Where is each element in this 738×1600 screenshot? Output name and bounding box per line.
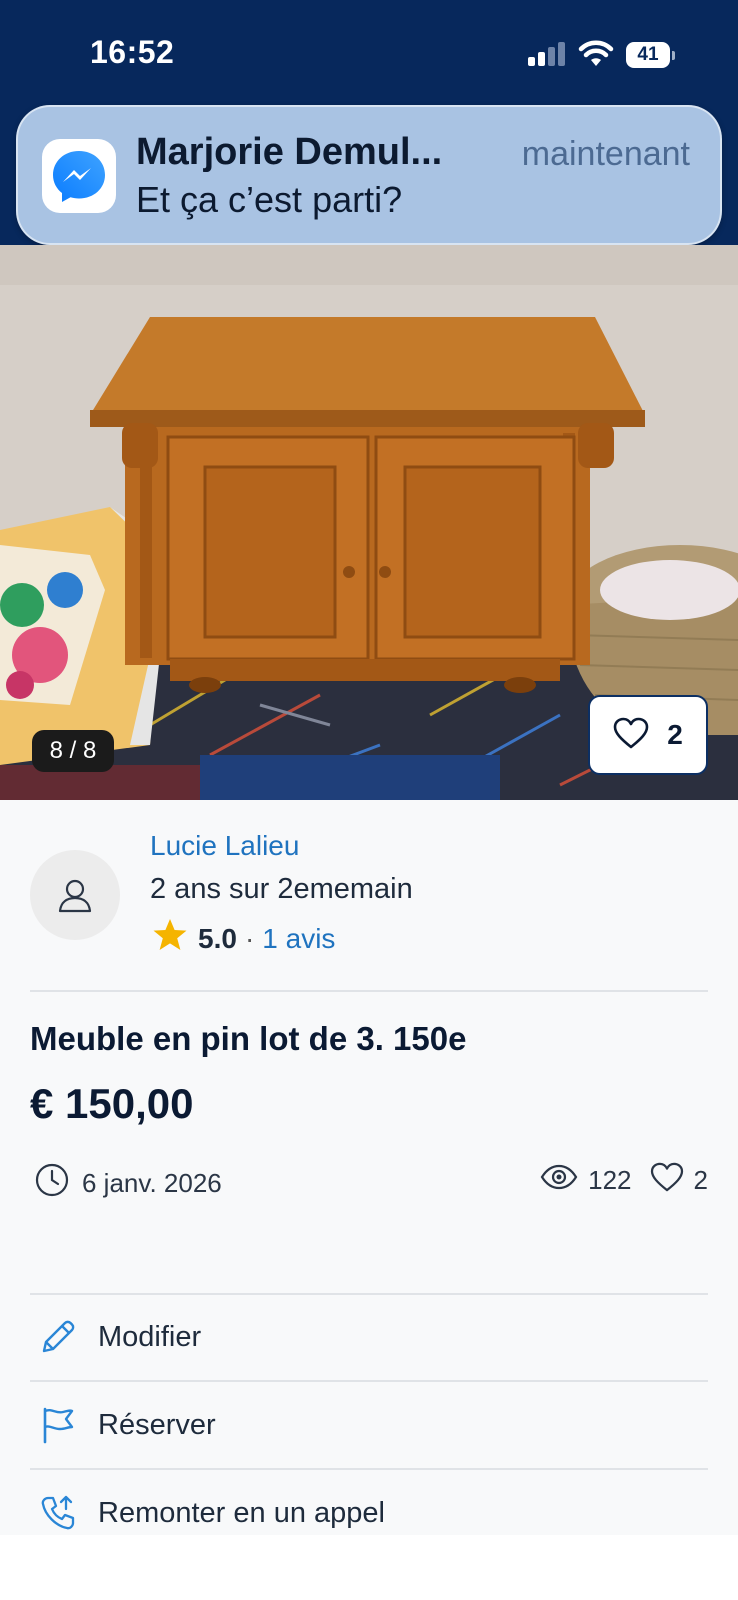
eye-icon: [540, 1164, 578, 1197]
edit-label: Modifier: [98, 1320, 202, 1353]
rating-score: 5.0: [198, 922, 237, 954]
battery-level: 41: [637, 44, 659, 65]
views-count: 122: [588, 1165, 632, 1195]
date-text: 6 janv. 2026: [82, 1168, 222, 1198]
messenger-icon: [42, 139, 116, 213]
reviews-link[interactable]: 1 avis: [262, 923, 335, 955]
notification-time: maintenant: [521, 135, 690, 173]
battery-icon: 41: [626, 42, 675, 68]
heart-icon: [650, 1162, 684, 1199]
favorite-button[interactable]: 2: [588, 695, 708, 775]
edit-action[interactable]: Modifier: [30, 1294, 708, 1380]
flag-icon: [36, 1403, 80, 1447]
seller-membership: 2 ans sur 2ememain: [150, 873, 413, 905]
reserve-label: Réserver: [98, 1408, 216, 1441]
listing-date: 6 janv. 2026: [34, 1162, 222, 1205]
favorite-count: 2: [667, 719, 683, 750]
listing-stats: 122 2: [540, 1162, 708, 1199]
listing-price: € 150,00: [30, 1080, 194, 1127]
status-time: 16:52: [90, 34, 175, 70]
clock-icon: [34, 1162, 70, 1205]
user-icon: [58, 879, 92, 913]
wifi-icon: [578, 40, 614, 68]
listing-title: Meuble en pin lot de 3. 150e: [30, 1020, 467, 1057]
notification-sender: Marjorie Demul...: [136, 131, 443, 173]
phone-up-icon: [36, 1491, 80, 1535]
favorites-count: 2: [693, 1165, 708, 1195]
notification-message: Et ça c’est parti?: [136, 179, 403, 220]
bump-label: Remonter en un appel: [98, 1496, 385, 1529]
photo-counter: 8 / 8: [32, 730, 114, 772]
separator-dot: ·: [244, 922, 255, 954]
heart-icon: [613, 717, 649, 754]
seller-rating: 5.0 · 1 avis: [152, 918, 335, 959]
notification-banner[interactable]: Marjorie Demul... maintenant Et ça c’est…: [16, 105, 722, 245]
avatar[interactable]: [30, 850, 120, 940]
reserve-action[interactable]: Réserver: [30, 1382, 708, 1468]
divider: [30, 990, 708, 992]
pencil-icon: [36, 1315, 80, 1359]
bottom-area: [0, 1535, 738, 1600]
star-icon: [152, 918, 188, 959]
seller-name-link[interactable]: Lucie Lalieu: [150, 830, 299, 862]
cellular-signal-icon: [528, 42, 566, 66]
